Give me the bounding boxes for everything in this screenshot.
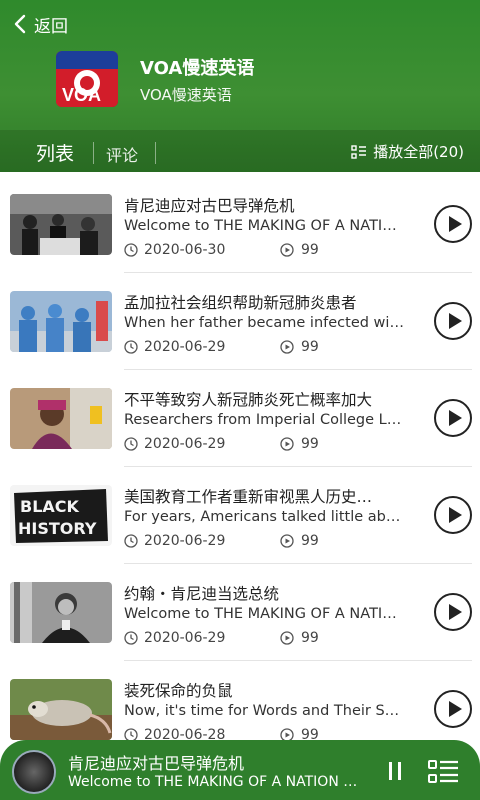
play-count: 99 xyxy=(280,339,319,355)
clock-icon xyxy=(124,340,138,354)
episode-description: Researchers from Imperial College L… xyxy=(124,412,402,428)
tab-list[interactable]: 列表 xyxy=(36,139,74,166)
date-text: 2020-06-30 xyxy=(144,242,226,258)
player-title: 肯尼迪应对古巴导弹危机 xyxy=(68,754,245,773)
mini-player[interactable]: 肯尼迪应对古巴导弹危机 Welcome to THE MAKING OF A N… xyxy=(0,740,480,800)
play-count-text: 99 xyxy=(301,630,319,646)
play-count-text: 99 xyxy=(301,533,319,549)
chevron-left-icon xyxy=(14,14,26,34)
play-button[interactable] xyxy=(434,690,472,728)
back-button[interactable]: 返回 xyxy=(14,10,68,38)
play-count: 99 xyxy=(280,436,319,452)
episode-meta: 2020-06-29 99 xyxy=(124,630,424,650)
date-text: 2020-06-29 xyxy=(144,436,226,452)
episode-date: 2020-06-30 xyxy=(124,242,225,258)
album-title: VOA慢速英语 xyxy=(140,58,255,79)
player-description: Welcome to THE MAKING OF A NATION … xyxy=(68,774,358,790)
episode-thumbnail xyxy=(10,388,112,449)
playlist-icon[interactable] xyxy=(428,758,460,786)
episode-date: 2020-06-29 xyxy=(124,630,225,646)
list-item[interactable]: 约翰・肯尼迪当选总统 Welcome to THE MAKING OF A NA… xyxy=(0,564,480,661)
date-text: 2020-06-29 xyxy=(144,533,226,549)
play-count-icon xyxy=(280,437,294,451)
play-button[interactable] xyxy=(434,302,472,340)
play-count-text: 99 xyxy=(301,242,319,258)
list-item[interactable]: 孟加拉社会组织帮助新冠肺炎患者 When her father became i… xyxy=(0,273,480,370)
episode-thumbnail xyxy=(10,679,112,740)
episode-title: 装死保命的负鼠 xyxy=(124,682,233,700)
list-item[interactable]: 肯尼迪应对古巴导弹危机 Welcome to THE MAKING OF A N… xyxy=(0,176,480,273)
clock-icon xyxy=(124,631,138,645)
play-count: 99 xyxy=(280,630,319,646)
episode-description: For years, Americans talked little ab… xyxy=(124,509,401,525)
thumb-text-line1: BLACK xyxy=(20,497,80,516)
tab-divider xyxy=(93,142,94,164)
play-button[interactable] xyxy=(434,593,472,631)
tab-comment[interactable]: 评论 xyxy=(106,142,138,166)
episode-title: 肯尼迪应对古巴导弹危机 xyxy=(124,197,295,215)
episode-thumbnail xyxy=(10,194,112,255)
album-cover: VOA xyxy=(56,51,118,107)
list-item[interactable]: 不平等致穷人新冠肺炎死亡概率加大 Researchers from Imperi… xyxy=(0,370,480,467)
cover-logo-text: VOA xyxy=(62,85,101,105)
episode-thumbnail xyxy=(10,582,112,643)
play-count-icon xyxy=(280,243,294,257)
play-count-icon xyxy=(280,631,294,645)
tab-bar: 列表 评论 播放全部(20) xyxy=(0,130,480,172)
play-count: 99 xyxy=(280,533,319,549)
album-subtitle: VOA慢速英语 xyxy=(140,86,232,104)
play-count-text: 99 xyxy=(301,339,319,355)
episode-date: 2020-06-29 xyxy=(124,533,225,549)
episode-title: 美国教育工作者重新审视黑人历史… xyxy=(124,488,373,506)
clock-icon xyxy=(124,534,138,548)
episode-date: 2020-06-29 xyxy=(124,339,225,355)
episode-meta: 2020-06-30 99 xyxy=(124,242,424,262)
album-header: 返回 VOA VOA慢速英语 VOA慢速英语 列表 评论 播放全部(20) xyxy=(0,0,480,172)
play-count: 99 xyxy=(280,242,319,258)
play-button[interactable] xyxy=(434,399,472,437)
thumb-text-line2: HISTORY xyxy=(18,519,97,538)
list-item[interactable]: BLACK HISTORY 美国教育工作者重新审视黑人历史… For years… xyxy=(0,467,480,564)
episode-description: When her father became infected wi… xyxy=(124,315,404,331)
play-button[interactable] xyxy=(434,205,472,243)
episode-description: Welcome to THE MAKING OF A NATI… xyxy=(124,218,397,234)
play-count-icon xyxy=(280,534,294,548)
play-count-text: 99 xyxy=(301,436,319,452)
play-all-button[interactable]: 播放全部(20) xyxy=(351,141,464,162)
playlist-icon xyxy=(351,144,367,159)
play-all-label: 播放全部(20) xyxy=(373,143,464,161)
episode-meta: 2020-06-29 99 xyxy=(124,533,424,553)
episode-title: 约翰・肯尼迪当选总统 xyxy=(124,585,280,603)
date-text: 2020-06-29 xyxy=(144,630,226,646)
player-cover xyxy=(12,750,56,794)
tab-divider xyxy=(155,142,156,164)
episode-meta: 2020-06-29 99 xyxy=(124,339,424,359)
clock-icon xyxy=(124,437,138,451)
episode-title: 孟加拉社会组织帮助新冠肺炎患者 xyxy=(124,294,357,312)
back-label: 返回 xyxy=(34,16,68,37)
play-count-icon xyxy=(280,340,294,354)
episode-title: 不平等致穷人新冠肺炎死亡概率加大 xyxy=(124,391,373,409)
play-button[interactable] xyxy=(434,496,472,534)
clock-icon xyxy=(124,243,138,257)
pause-button[interactable] xyxy=(386,762,406,782)
episode-description: Welcome to THE MAKING OF A NATI… xyxy=(124,606,397,622)
episode-thumbnail xyxy=(10,291,112,352)
episode-meta: 2020-06-29 99 xyxy=(124,436,424,456)
episode-thumbnail: BLACK HISTORY xyxy=(10,485,112,546)
episode-date: 2020-06-29 xyxy=(124,436,225,452)
episode-description: Now, it's time for Words and Their S… xyxy=(124,703,400,719)
date-text: 2020-06-29 xyxy=(144,339,226,355)
